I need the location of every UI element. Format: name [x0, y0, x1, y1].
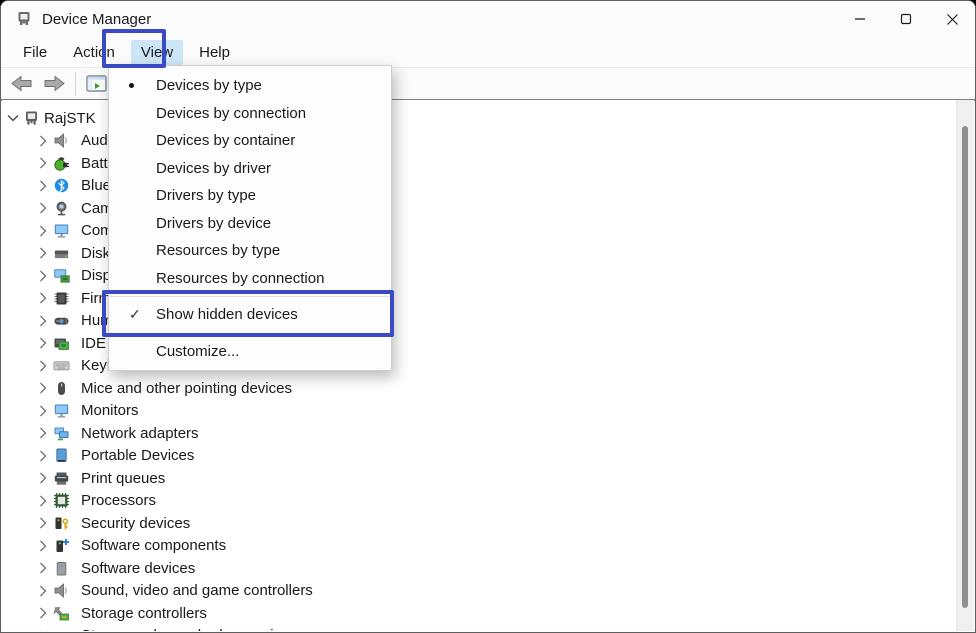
window-title: Device Manager — [42, 11, 151, 28]
checkmark-icon: ✓ — [123, 306, 156, 323]
tree-item-storage-volume-shadow-copies[interactable]: Storage volume shadow copies — [2, 625, 956, 632]
chevron-down-icon[interactable] — [6, 111, 20, 125]
menu-item-customize[interactable]: Customize... — [109, 338, 391, 366]
software-devices-icon — [53, 560, 70, 577]
tree-item-sound-video-and-game-controllers[interactable]: Sound, video and game controllers — [2, 580, 956, 603]
keyboard-icon — [53, 357, 70, 374]
view-menu-dropdown: Devices by type Devices by connection De… — [108, 65, 392, 371]
display-icon — [53, 267, 70, 284]
monitor-icon — [53, 222, 70, 239]
chevron-right-icon[interactable] — [36, 246, 50, 260]
tree-item-monitors[interactable]: Monitors — [2, 400, 956, 423]
tree-item-mice-and-other-pointing-devices[interactable]: Mice and other pointing devices — [2, 377, 956, 400]
maximize-button[interactable] — [883, 1, 929, 37]
minimize-button[interactable] — [837, 1, 883, 37]
network-icon — [53, 425, 70, 442]
chevron-right-icon[interactable] — [36, 179, 50, 193]
close-button[interactable] — [929, 1, 975, 37]
chevron-right-icon[interactable] — [36, 404, 50, 418]
tree-item-portable-devices[interactable]: Portable Devices — [2, 445, 956, 468]
software-components-icon — [53, 537, 70, 554]
chevron-right-icon[interactable] — [36, 269, 50, 283]
menu-item-drivers-by-device[interactable]: Drivers by device — [109, 210, 391, 238]
chevron-right-icon[interactable] — [36, 494, 50, 508]
mouse-icon — [53, 380, 70, 397]
console-window-icon[interactable] — [86, 75, 107, 92]
firmware-icon — [53, 290, 70, 307]
portable-icon — [53, 447, 70, 464]
tree-item-processors[interactable]: Processors — [2, 490, 956, 513]
battery-icon — [53, 155, 70, 172]
window-controls — [837, 1, 975, 37]
toolbar-separator — [75, 73, 76, 95]
back-icon[interactable] — [11, 75, 33, 92]
device-manager-app-icon — [15, 10, 33, 28]
ide-icon — [53, 335, 70, 352]
device-manager-window: Device Manager FileActionViewHelp — [0, 0, 976, 633]
menu-file[interactable]: File — [13, 40, 57, 65]
tree-item-print-queues[interactable]: Print queues — [2, 467, 956, 490]
computer-icon — [23, 110, 40, 127]
menu-view[interactable]: View — [131, 40, 183, 65]
chevron-right-icon[interactable] — [36, 291, 50, 305]
chevron-right-icon[interactable] — [36, 629, 50, 631]
menu-item-devices-by-container[interactable]: Devices by container — [109, 127, 391, 155]
chevron-right-icon[interactable] — [36, 381, 50, 395]
printer-icon — [53, 470, 70, 487]
titlebar: Device Manager — [1, 1, 975, 37]
gamepad-icon — [53, 312, 70, 329]
audio-icon — [53, 582, 70, 599]
chevron-right-icon[interactable] — [36, 359, 50, 373]
chevron-right-icon[interactable] — [36, 449, 50, 463]
chevron-right-icon[interactable] — [36, 336, 50, 350]
menu-item-resources-by-type[interactable]: Resources by type — [109, 237, 391, 265]
chevron-right-icon[interactable] — [36, 426, 50, 440]
menu-separator — [110, 333, 390, 334]
chevron-right-icon[interactable] — [36, 224, 50, 238]
chevron-right-icon[interactable] — [36, 584, 50, 598]
vertical-scrollbar[interactable] — [956, 100, 974, 631]
forward-icon[interactable] — [43, 75, 65, 92]
chevron-right-icon[interactable] — [36, 314, 50, 328]
menu-item-drivers-by-type[interactable]: Drivers by type — [109, 182, 391, 210]
storage-icon — [53, 605, 70, 622]
tree-item-storage-controllers[interactable]: Storage controllers — [2, 602, 956, 625]
processor-icon — [53, 492, 70, 509]
chevron-right-icon[interactable] — [36, 471, 50, 485]
chevron-right-icon[interactable] — [36, 156, 50, 170]
tree-item-software-devices[interactable]: Software devices — [2, 557, 956, 580]
chevron-right-icon[interactable] — [36, 606, 50, 620]
menu-item-devices-by-type[interactable]: Devices by type — [109, 72, 391, 100]
menu-item-devices-by-driver[interactable]: Devices by driver — [109, 155, 391, 183]
menu-separator — [110, 296, 390, 297]
chevron-right-icon[interactable] — [36, 539, 50, 553]
menu-item-devices-by-connection[interactable]: Devices by connection — [109, 100, 391, 128]
radio-dot-icon — [123, 83, 156, 88]
tree-item-software-components[interactable]: Software components — [2, 535, 956, 558]
chevron-right-icon[interactable] — [36, 134, 50, 148]
bluetooth-icon — [53, 177, 70, 194]
tree-item-network-adapters[interactable]: Network adapters — [2, 422, 956, 445]
audio-icon — [53, 132, 70, 149]
tree-item-security-devices[interactable]: Security devices — [2, 512, 956, 535]
menu-item-show-hidden-devices[interactable]: ✓ Show hidden devices — [109, 301, 391, 329]
monitor-icon — [53, 402, 70, 419]
disk-icon — [53, 245, 70, 262]
chevron-right-icon[interactable] — [36, 561, 50, 575]
scrollbar-thumb[interactable] — [962, 126, 968, 608]
chevron-right-icon[interactable] — [36, 516, 50, 530]
menu-help[interactable]: Help — [189, 40, 240, 65]
camera-icon — [53, 200, 70, 217]
security-icon — [53, 515, 70, 532]
generic-icon — [53, 627, 70, 631]
chevron-right-icon[interactable] — [36, 201, 50, 215]
menu-item-resources-by-connection[interactable]: Resources by connection — [109, 265, 391, 293]
menu-action[interactable]: Action — [63, 40, 125, 65]
menubar: FileActionViewHelp — [1, 37, 975, 67]
